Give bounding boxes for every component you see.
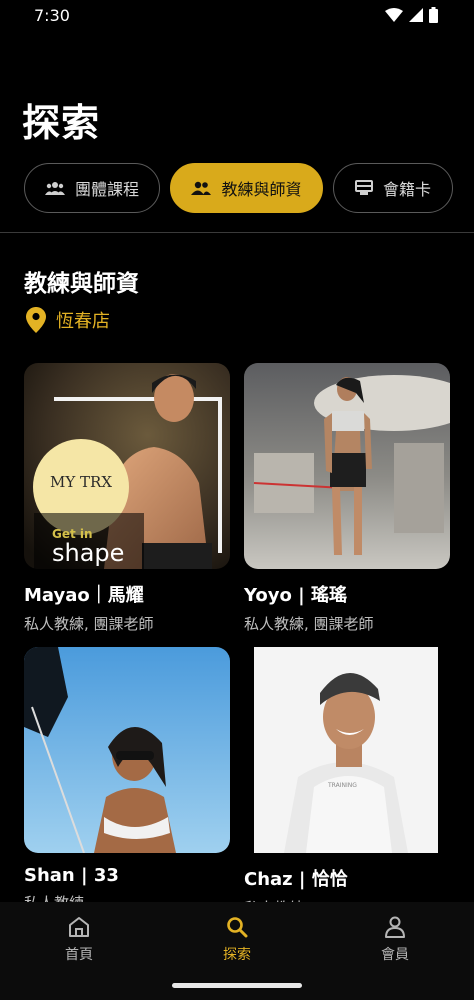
status-time: 7:30 [34,6,70,25]
coach-photo: TRAINING [244,647,450,853]
status-bar: 7:30 [0,0,474,32]
card-icon [354,180,373,195]
signal-icon [409,8,423,22]
coach-name: Mayao｜馬耀 [24,585,144,606]
coach-photo: MY TRX Get in shape [24,363,230,569]
people-icon [191,181,212,195]
coach-name: Yoyo | 瑤瑤 [244,585,347,606]
tab-label: 會籍卡 [382,180,431,199]
svg-text:TRAINING: TRAINING [327,782,357,789]
location-selector[interactable]: 恆春店 [26,307,110,333]
coach-role: 私人教練, 團課老師 [244,615,374,633]
coach-photo [24,647,230,853]
tab-label: 團體課程 [74,180,139,199]
nav-home[interactable]: 首頁 [34,916,124,964]
home-icon [69,917,89,937]
tab-group-classes[interactable]: 團體課程 [24,163,160,213]
coach-name: Chaz | 恰恰 [244,869,348,890]
person-icon [385,916,405,938]
nav-member[interactable]: 會員 [350,916,440,964]
location-pin-icon [26,307,46,333]
coach-card[interactable]: TRAINING Chaz | 恰恰 私人教練 [244,647,450,918]
coach-photo [244,363,450,569]
coach-card[interactable]: MY TRX Get in shape Mayao｜馬耀 私人教練, 團課老師 [24,363,230,634]
coach-card[interactable]: Shan | 33 私人教練 [24,647,230,913]
tab-label: 教練與師資 [221,180,302,199]
nav-explore[interactable]: 探索 [192,916,282,964]
page-title: 探索 [22,101,101,145]
divider [0,232,474,233]
coach-card[interactable]: Yoyo | 瑤瑤 私人教練, 團課老師 [244,363,450,634]
search-icon [227,917,248,938]
logo-shape-text: shape [52,539,125,567]
status-icons [385,7,438,23]
coach-name: Shan | 33 [24,865,119,886]
category-tabs: 團體課程 教練與師資 會籍卡 [24,163,453,213]
nav-label: 會員 [381,947,409,963]
section-title: 教練與師資 [24,271,139,297]
nav-label: 探索 [223,947,251,963]
coach-role: 私人教練, 團課老師 [24,615,154,633]
wifi-icon [385,8,403,22]
tab-membership-card[interactable]: 會籍卡 [333,163,453,213]
logo-text: MY TRX [49,473,112,491]
home-indicator[interactable] [172,983,302,988]
group-icon [44,182,65,195]
battery-icon [429,7,438,23]
nav-label: 首頁 [65,947,93,963]
location-name: 恆春店 [56,311,110,332]
tab-coaches[interactable]: 教練與師資 [170,163,323,213]
